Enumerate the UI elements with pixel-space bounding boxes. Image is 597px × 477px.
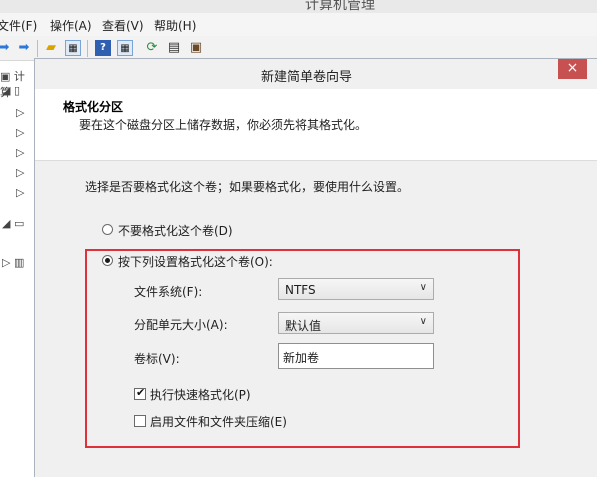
tree-expand-icon[interactable]: ▷: [16, 166, 24, 179]
refresh-icon[interactable]: ⟳: [144, 40, 160, 56]
menu-view[interactable]: 查看(V): [102, 17, 144, 34]
file-system-label: 文件系统(F):: [134, 285, 203, 299]
no-format-label[interactable]: 不要格式化这个卷(D): [118, 222, 233, 239]
help-icon[interactable]: ?: [95, 40, 111, 56]
tree-expand-icon[interactable]: ▷: [16, 126, 24, 139]
close-button[interactable]: ×: [558, 59, 587, 79]
dialog-title-bar: 新建简单卷向导 ×: [35, 59, 597, 89]
toolbar-separator: [37, 40, 38, 57]
page-description: 要在这个磁盘分区上储存数据，你必须先将其格式化。: [79, 118, 368, 132]
wizard-header: 格式化分区 要在这个磁盘分区上储存数据，你必须先将其格式化。: [35, 89, 597, 161]
volume-label-value: 新加卷: [283, 351, 320, 365]
tree-node-services[interactable]: ▷ ▥: [2, 256, 24, 269]
allocation-unit-select[interactable]: 默认值 ∨: [278, 312, 434, 334]
close-icon: ×: [566, 60, 579, 76]
menu-help[interactable]: 帮助(H): [154, 17, 196, 34]
menu-bar: 文件(F) 操作(A) 查看(V) 帮助(H): [0, 13, 597, 37]
tree-expand-icon[interactable]: ▷: [16, 106, 24, 119]
compression-label[interactable]: 启用文件和文件夹压缩(E): [150, 413, 287, 430]
toolbar-separator: [87, 40, 88, 57]
tree-expand-icon[interactable]: ▷: [16, 146, 24, 159]
allocation-unit-label: 分配单元大小(A):: [134, 318, 228, 332]
tree-expand-icon[interactable]: ▷: [16, 186, 24, 199]
back-arrow-icon[interactable]: ➡: [0, 40, 12, 56]
menu-file[interactable]: 文件(F): [0, 17, 37, 34]
no-format-radio[interactable]: [102, 224, 113, 235]
show-pane-icon[interactable]: ▦: [65, 40, 81, 56]
chevron-down-icon: ∨: [419, 282, 427, 293]
file-system-select[interactable]: NTFS ∨: [278, 278, 434, 300]
dialog-title: 新建简单卷向导: [261, 70, 353, 85]
format-radio[interactable]: [102, 255, 113, 266]
menu-action[interactable]: 操作(A): [50, 17, 92, 34]
format-question: 选择是否要格式化这个卷；如果要格式化，要使用什么设置。: [85, 180, 410, 194]
mmc-title: 计算机管理: [305, 0, 375, 13]
tree-node[interactable]: ◢ ▯: [2, 84, 20, 97]
up-folder-icon[interactable]: ▰: [43, 40, 59, 56]
volume-label-label: 卷标(V):: [134, 352, 180, 366]
page-title: 格式化分区: [63, 100, 124, 114]
mmc-title-bar: 计算机管理: [0, 0, 597, 13]
compression-checkbox[interactable]: [134, 415, 146, 427]
quick-format-label[interactable]: 执行快速格式化(P): [150, 386, 251, 403]
checkmark-icon: ✔: [136, 386, 146, 399]
tree-node-storage[interactable]: ◢ ▭: [2, 217, 24, 230]
quick-format-checkbox[interactable]: ✔: [134, 386, 146, 400]
chevron-down-icon: ∨: [419, 316, 427, 327]
disk-icon[interactable]: ▣: [188, 40, 204, 56]
export-icon[interactable]: ▤: [166, 40, 182, 56]
format-label[interactable]: 按下列设置格式化这个卷(O):: [118, 253, 273, 270]
forward-arrow-icon[interactable]: ➡: [16, 40, 32, 56]
properties-icon[interactable]: ▦: [117, 40, 133, 56]
file-system-value: NTFS: [285, 283, 316, 297]
volume-label-input[interactable]: 新加卷: [278, 343, 434, 369]
console-tree: ▣ 计算 ◢ ▯ ▷ ▷ ▷ ▷ ▷ ◢ ▭ ▷ ▥: [0, 61, 35, 476]
allocation-unit-value: 默认值: [285, 319, 322, 333]
